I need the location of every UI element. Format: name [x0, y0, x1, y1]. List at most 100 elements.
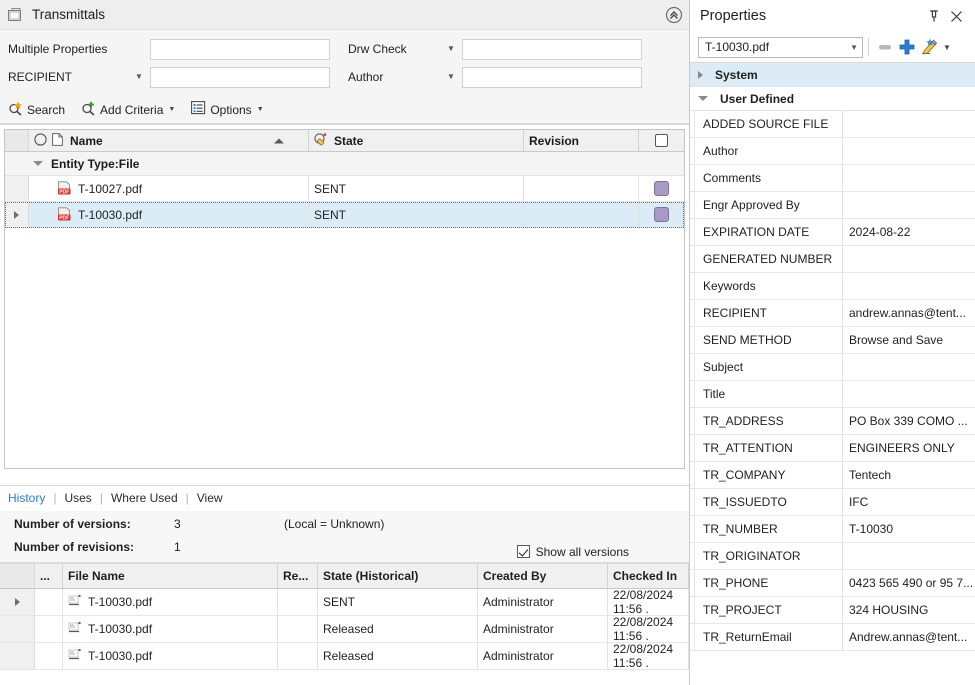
property-value[interactable]	[843, 381, 975, 407]
criteria-dropdown-author[interactable]: ▼	[440, 73, 462, 81]
property-value[interactable]	[843, 111, 975, 137]
minus-remove-icon[interactable]	[874, 36, 896, 58]
row-revision-cell[interactable]	[524, 202, 639, 227]
show-all-versions-checkbox[interactable]: Show all versions	[517, 545, 629, 559]
property-row[interactable]: TR_ADDRESS PO Box 339 COMO ...	[690, 408, 975, 435]
edit-properties-icon[interactable]	[918, 36, 940, 58]
history-column-ellipsis[interactable]: ...	[35, 564, 63, 588]
history-cell-file-name[interactable]: T-10030.pdf	[63, 616, 278, 642]
property-value[interactable]: IFC	[843, 489, 975, 515]
criteria-dropdown-recipient[interactable]: ▼	[128, 73, 150, 81]
row-gutter[interactable]	[0, 589, 35, 615]
property-row[interactable]: ADDED SOURCE FILE	[690, 111, 975, 138]
row-state-cell[interactable]: SENT	[309, 202, 524, 227]
property-row[interactable]: Subject	[690, 354, 975, 381]
property-row[interactable]: TR_ATTENTION ENGINEERS ONLY	[690, 435, 975, 462]
criteria-input-author[interactable]	[462, 67, 642, 88]
property-value[interactable]: 0423 565 490 or 95 7...	[843, 570, 975, 596]
property-value[interactable]: 324 HOUSING	[843, 597, 975, 623]
column-header-revision[interactable]: Revision	[524, 130, 639, 151]
property-row[interactable]: TR_PHONE 0423 565 490 or 95 7...	[690, 570, 975, 597]
property-row[interactable]: Comments	[690, 165, 975, 192]
plus-add-icon[interactable]	[896, 36, 918, 58]
property-row[interactable]: Author	[690, 138, 975, 165]
tab-uses[interactable]: Uses	[64, 491, 91, 505]
property-row[interactable]: GENERATED NUMBER	[690, 246, 975, 273]
history-column-file-name[interactable]: File Name	[63, 564, 278, 588]
criteria-input-drw-check[interactable]	[462, 39, 642, 60]
property-row[interactable]: RECIPIENT andrew.annas@tent...	[690, 300, 975, 327]
property-row[interactable]: Title	[690, 381, 975, 408]
property-value[interactable]: ENGINEERS ONLY	[843, 435, 975, 461]
property-row[interactable]: TR_COMPANY Tentech	[690, 462, 975, 489]
property-value[interactable]: 2024-08-22	[843, 219, 975, 245]
criteria-input-multiple-properties[interactable]	[150, 39, 330, 60]
property-row[interactable]: TR_PROJECT 324 HOUSING	[690, 597, 975, 624]
property-value[interactable]	[843, 246, 975, 272]
history-column-created-by[interactable]: Created By	[478, 564, 608, 588]
history-column-revision[interactable]: Re...	[278, 564, 318, 588]
row-chip-cell[interactable]	[639, 202, 684, 227]
property-row[interactable]: EXPIRATION DATE 2024-08-22	[690, 219, 975, 246]
row-name-cell[interactable]: PDF T-10027.pdf	[29, 176, 309, 201]
history-cell-file-name[interactable]: T-10030.pdf	[63, 643, 278, 669]
property-value[interactable]	[843, 192, 975, 218]
column-header-state[interactable]: State	[309, 130, 524, 151]
chevron-down-icon[interactable]: ▼	[168, 106, 175, 113]
column-header-checkbox[interactable]	[639, 130, 684, 151]
caret-right-icon[interactable]	[698, 71, 703, 79]
tab-where-used[interactable]: Where Used	[111, 491, 178, 505]
property-row[interactable]: TR_NUMBER T-10030	[690, 516, 975, 543]
property-value[interactable]: Andrew.annas@tent...	[843, 624, 975, 650]
property-row[interactable]: TR_ISSUEDTO IFC	[690, 489, 975, 516]
row-expand-icon[interactable]	[15, 598, 20, 606]
search-button[interactable]: Search	[8, 101, 65, 119]
property-value[interactable]	[843, 273, 975, 299]
options-button[interactable]: Options ▼	[191, 101, 263, 118]
property-group-system[interactable]: System	[690, 63, 975, 87]
property-value[interactable]	[843, 165, 975, 191]
property-value[interactable]: andrew.annas@tent...	[843, 300, 975, 326]
chevron-double-up-icon[interactable]	[665, 6, 683, 24]
row-expand-icon[interactable]	[14, 211, 19, 219]
property-row[interactable]: Engr Approved By	[690, 192, 975, 219]
grid-group-row[interactable]: Entity Type:File	[5, 152, 684, 176]
criteria-dropdown-drw-check[interactable]: ▼	[440, 45, 462, 53]
property-row[interactable]: SEND METHOD Browse and Save	[690, 327, 975, 354]
table-row[interactable]: T-10030.pdf Released Administrator 22/08…	[0, 643, 689, 670]
property-row[interactable]: TR_ReturnEmail Andrew.annas@tent...	[690, 624, 975, 651]
history-cell-file-name[interactable]: T-10030.pdf	[63, 589, 278, 615]
property-value[interactable]	[843, 543, 975, 569]
property-row[interactable]: TR_ORIGINATOR	[690, 543, 975, 570]
caret-down-icon[interactable]	[33, 161, 43, 166]
property-value[interactable]	[843, 138, 975, 164]
history-column-state[interactable]: State (Historical)	[318, 564, 478, 588]
caret-down-icon[interactable]	[698, 96, 708, 101]
tab-history[interactable]: History	[8, 491, 45, 505]
table-row[interactable]: PDF T-10030.pdf SENT	[5, 202, 684, 228]
property-row[interactable]: Keywords	[690, 273, 975, 300]
history-column-checked-in[interactable]: Checked In	[608, 564, 689, 588]
close-icon[interactable]	[945, 5, 967, 27]
file-selector-combobox[interactable]: T-10030.pdf ▼	[698, 37, 863, 58]
property-group-user-defined[interactable]: User Defined	[690, 87, 975, 111]
row-revision-cell[interactable]	[524, 176, 639, 201]
table-row[interactable]: PDF T-10027.pdf SENT	[5, 176, 684, 202]
tab-view[interactable]: View	[197, 491, 223, 505]
pin-icon[interactable]	[923, 5, 945, 27]
table-row[interactable]: T-10030.pdf Released Administrator 22/08…	[0, 616, 689, 643]
row-gutter[interactable]	[5, 202, 29, 227]
property-value[interactable]: Browse and Save	[843, 327, 975, 353]
chevron-down-icon[interactable]: ▼	[940, 36, 954, 58]
property-value[interactable]: T-10030	[843, 516, 975, 542]
property-value[interactable]: PO Box 339 COMO ...	[843, 408, 975, 434]
row-chip-cell[interactable]	[639, 176, 684, 201]
chevron-down-icon[interactable]: ▼	[257, 106, 264, 113]
table-row[interactable]: T-10030.pdf SENT Administrator 22/08/202…	[0, 589, 689, 616]
chevron-down-icon[interactable]: ▼	[850, 43, 858, 52]
row-name-cell[interactable]: PDF T-10030.pdf	[29, 202, 309, 227]
property-value[interactable]	[843, 354, 975, 380]
property-value[interactable]: Tentech	[843, 462, 975, 488]
criteria-input-recipient[interactable]	[150, 67, 330, 88]
row-state-cell[interactable]: SENT	[309, 176, 524, 201]
